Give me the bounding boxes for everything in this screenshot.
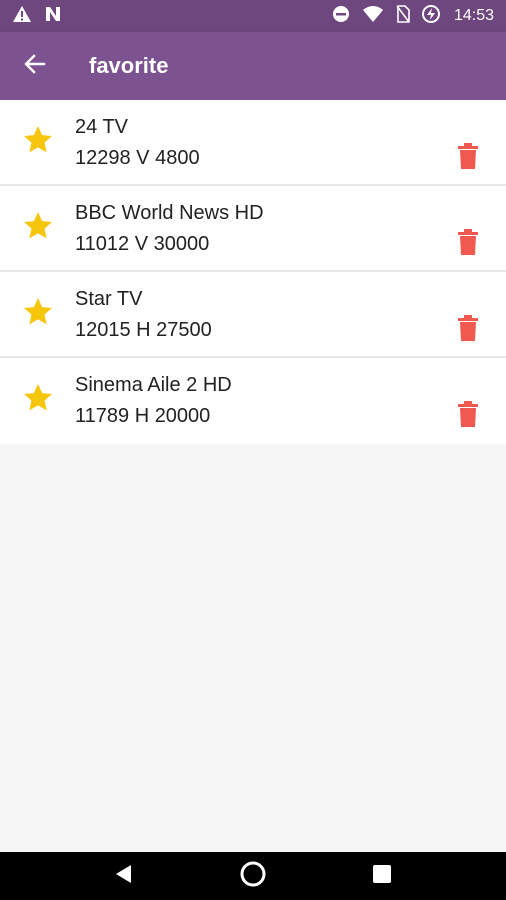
nav-back-button[interactable] [106,858,142,894]
list-item[interactable]: Star TV 12015 H 27500 [0,272,506,358]
star-icon[interactable] [22,210,54,242]
star-icon[interactable] [22,296,54,328]
channel-frequency: 12015 H 27500 [75,319,212,341]
dnd-icon [332,5,350,28]
channel-frequency: 12298 V 4800 [75,147,200,169]
home-circle-icon [239,860,267,893]
channel-frequency: 11012 V 30000 [75,233,210,255]
list-item[interactable]: BBC World News HD 11012 V 30000 [0,186,506,272]
favorites-list: 24 TV 12298 V 4800 BBC World News HD 110… [0,100,506,444]
no-sim-icon [396,4,410,28]
navigation-bar [0,852,506,900]
nav-recents-button[interactable] [364,858,400,894]
battery-charging-icon [421,4,440,28]
page-title: favorite [89,53,169,78]
nav-home-button[interactable] [235,858,271,894]
recents-square-icon [371,863,393,890]
star-icon[interactable] [22,382,54,414]
arrow-left-icon [24,53,46,80]
trash-icon[interactable] [456,315,480,341]
back-button[interactable] [13,44,57,88]
channel-name: 24 TV [75,116,128,138]
app-bar: favorite [0,32,506,100]
status-bar: 14:53 [0,0,506,32]
trash-icon[interactable] [456,229,480,255]
channel-name: BBC World News HD [75,202,264,224]
trash-icon[interactable] [456,143,480,169]
channel-frequency: 11789 H 20000 [75,405,211,427]
channel-name: Star TV [75,288,143,310]
n-icon [44,5,62,28]
wifi-icon [362,5,384,28]
star-icon[interactable] [22,124,54,156]
list-item[interactable]: Sinema Aile 2 HD 11789 H 20000 [0,358,506,444]
trash-icon[interactable] [456,401,480,427]
warning-icon [12,5,32,28]
channel-name: Sinema Aile 2 HD [75,374,232,396]
back-triangle-icon [113,863,135,890]
list-item[interactable]: 24 TV 12298 V 4800 [0,100,506,186]
status-time: 14:53 [453,7,494,24]
